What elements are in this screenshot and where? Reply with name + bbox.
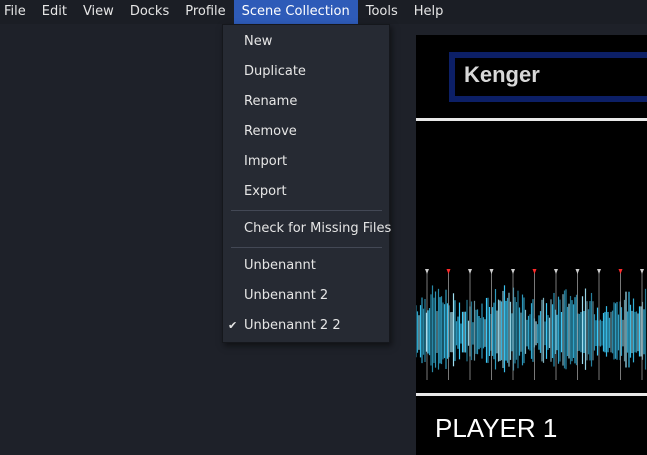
menu-item-label: Rename <box>244 94 298 109</box>
menu-item-scene-collection-1[interactable]: Unbenannt <box>223 251 389 281</box>
player-label: PLAYER 1 <box>435 413 558 443</box>
beat-marker-head <box>640 269 644 274</box>
menu-item-label: Remove <box>244 124 297 139</box>
beat-marker-head <box>618 269 623 274</box>
menu-item-check-missing-files[interactable]: Check for Missing Files <box>223 214 392 244</box>
menu-item-label: Unbenannt <box>244 258 316 273</box>
menu-separator <box>231 210 382 211</box>
beat-marker-head <box>575 269 580 274</box>
beat-marker-head <box>597 269 601 274</box>
audio-waveform <box>416 269 647 380</box>
beat-marker-head <box>489 269 494 274</box>
menu-item-label: Check for Missing Files <box>244 221 392 236</box>
menu-view[interactable]: View <box>75 0 122 24</box>
checkmark-icon: ✔ <box>228 319 238 332</box>
preview-title-text: Kenger <box>464 62 540 87</box>
menu-item-import[interactable]: Import <box>223 147 389 177</box>
menu-item-rename[interactable]: Rename <box>223 87 389 117</box>
menu-item-label: New <box>244 34 273 49</box>
menu-item-label: Import <box>244 154 288 169</box>
menu-item-duplicate[interactable]: Duplicate <box>223 57 389 87</box>
title-box: Kenger <box>455 58 647 96</box>
menu-item-remove[interactable]: Remove <box>223 117 389 147</box>
divider-line-bottom <box>416 393 647 396</box>
menu-help[interactable]: Help <box>406 0 452 24</box>
beat-marker-head <box>446 269 451 274</box>
menu-bar: File Edit View Docks Profile Scene Colle… <box>0 0 647 24</box>
menu-profile[interactable]: Profile <box>177 0 233 24</box>
menu-edit[interactable]: Edit <box>34 0 75 24</box>
menu-item-scene-collection-2[interactable]: Unbenannt 2 <box>223 281 389 311</box>
beat-marker-head <box>532 269 537 274</box>
menu-item-new[interactable]: New <box>223 27 389 57</box>
menu-item-export[interactable]: Export <box>223 177 389 207</box>
menu-separator <box>231 247 382 248</box>
preview-canvas[interactable]: Kenger PLAYER 1 <box>416 35 647 455</box>
scene-collection-menu: New Duplicate Rename Remove Import Expor… <box>222 24 392 343</box>
menu-docks[interactable]: Docks <box>122 0 177 24</box>
beat-marker-head <box>511 269 515 274</box>
beat-marker-head <box>425 269 429 274</box>
menu-scene-collection[interactable]: Scene Collection <box>233 0 358 24</box>
menu-file[interactable]: File <box>0 0 34 24</box>
divider-line-top <box>416 118 647 121</box>
menu-tools[interactable]: Tools <box>358 0 406 24</box>
title-frame: Kenger <box>449 52 647 102</box>
beat-marker-head <box>468 269 472 274</box>
beat-marker-head <box>554 269 558 274</box>
menu-item-label: Duplicate <box>244 64 306 79</box>
menu-item-label: Export <box>244 184 287 199</box>
obs-window: File Edit View Docks Profile Scene Colle… <box>0 0 647 455</box>
menu-item-label: Unbenannt 2 2 <box>244 318 341 333</box>
menu-item-scene-collection-3[interactable]: ✔ Unbenannt 2 2 <box>223 311 389 341</box>
menu-item-label: Unbenannt 2 <box>244 288 329 303</box>
